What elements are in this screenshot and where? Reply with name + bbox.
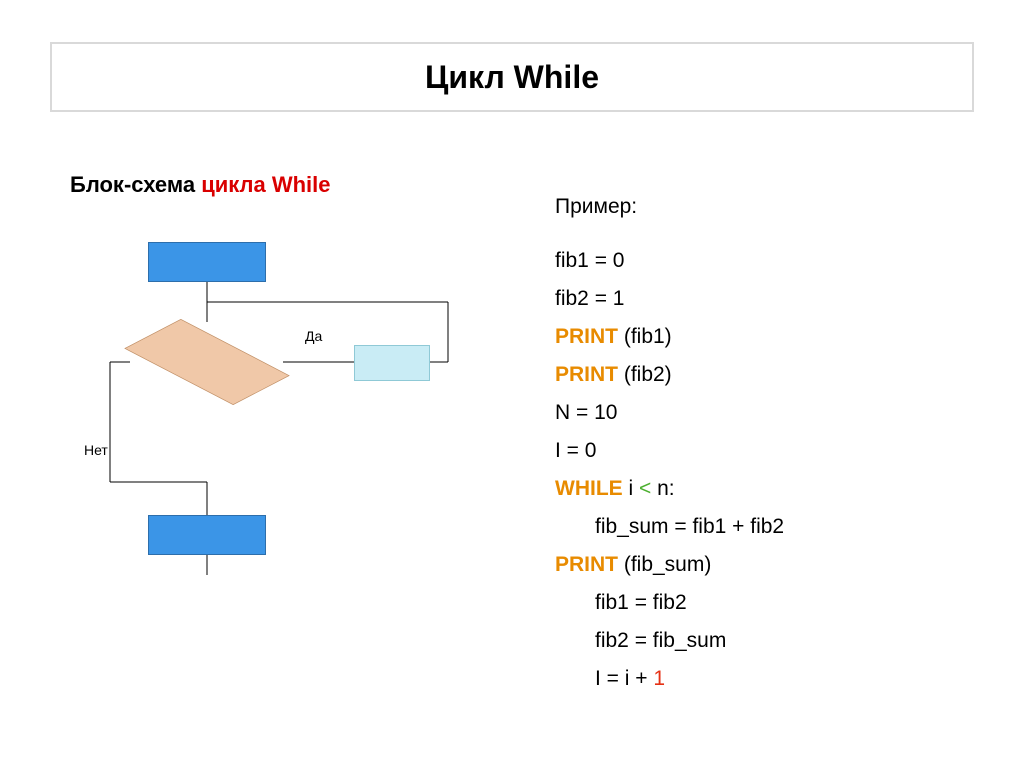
code-line: fib2 = fib_sum bbox=[595, 622, 975, 660]
diamond-shape bbox=[124, 319, 289, 405]
code-text: (fib1) bbox=[618, 325, 672, 348]
flowchart-heading: Блок-схема цикла While bbox=[70, 172, 331, 198]
code-line: fib_sum = fib1 + fib2 bbox=[595, 508, 975, 546]
code-text: n: bbox=[651, 477, 674, 500]
kw-print: Print bbox=[555, 325, 618, 348]
code-line: Print (fib2) bbox=[555, 356, 975, 394]
code-line: Print (fib_sum) bbox=[555, 546, 975, 584]
flowchart-start-box bbox=[148, 242, 266, 282]
kw-print: Print bbox=[555, 553, 618, 576]
code-text: (fib_sum) bbox=[618, 553, 711, 576]
code-text: (fib2) bbox=[618, 363, 672, 386]
flowchart-decision bbox=[130, 322, 284, 402]
code-line: I = 0 bbox=[555, 432, 975, 470]
title-bar: Цикл While bbox=[50, 42, 974, 112]
label-yes: Да bbox=[305, 328, 322, 344]
code-text: I = i + bbox=[595, 667, 653, 690]
code-line: fib1 = 0 bbox=[555, 242, 975, 280]
literal-1: 1 bbox=[653, 667, 665, 690]
code-line: I = i + 1 bbox=[595, 660, 975, 698]
code-line: fib1 = fib2 bbox=[595, 584, 975, 622]
subtitle-prefix: Блок-схема bbox=[70, 172, 201, 197]
subtitle-colored: цикла While bbox=[201, 172, 330, 197]
flowchart-end-box bbox=[148, 515, 266, 555]
flowchart-connectors bbox=[70, 230, 470, 590]
page-title: Цикл While bbox=[425, 59, 599, 96]
op-lt: < bbox=[639, 477, 651, 500]
flowchart-loop-body-box bbox=[354, 345, 430, 381]
label-no: Нет bbox=[84, 442, 108, 458]
kw-print: Print bbox=[555, 363, 618, 386]
code-header: Пример: bbox=[555, 188, 975, 226]
code-line: Print (fib1) bbox=[555, 318, 975, 356]
code-line: fib2 = 1 bbox=[555, 280, 975, 318]
code-line: N = 10 bbox=[555, 394, 975, 432]
flowchart: Да Нет bbox=[70, 230, 470, 590]
kw-while: While bbox=[555, 477, 623, 500]
code-line: While i < n: bbox=[555, 470, 975, 508]
code-example: Пример: fib1 = 0 fib2 = 1 Print (fib1) P… bbox=[555, 188, 975, 698]
code-text: i bbox=[623, 477, 639, 500]
